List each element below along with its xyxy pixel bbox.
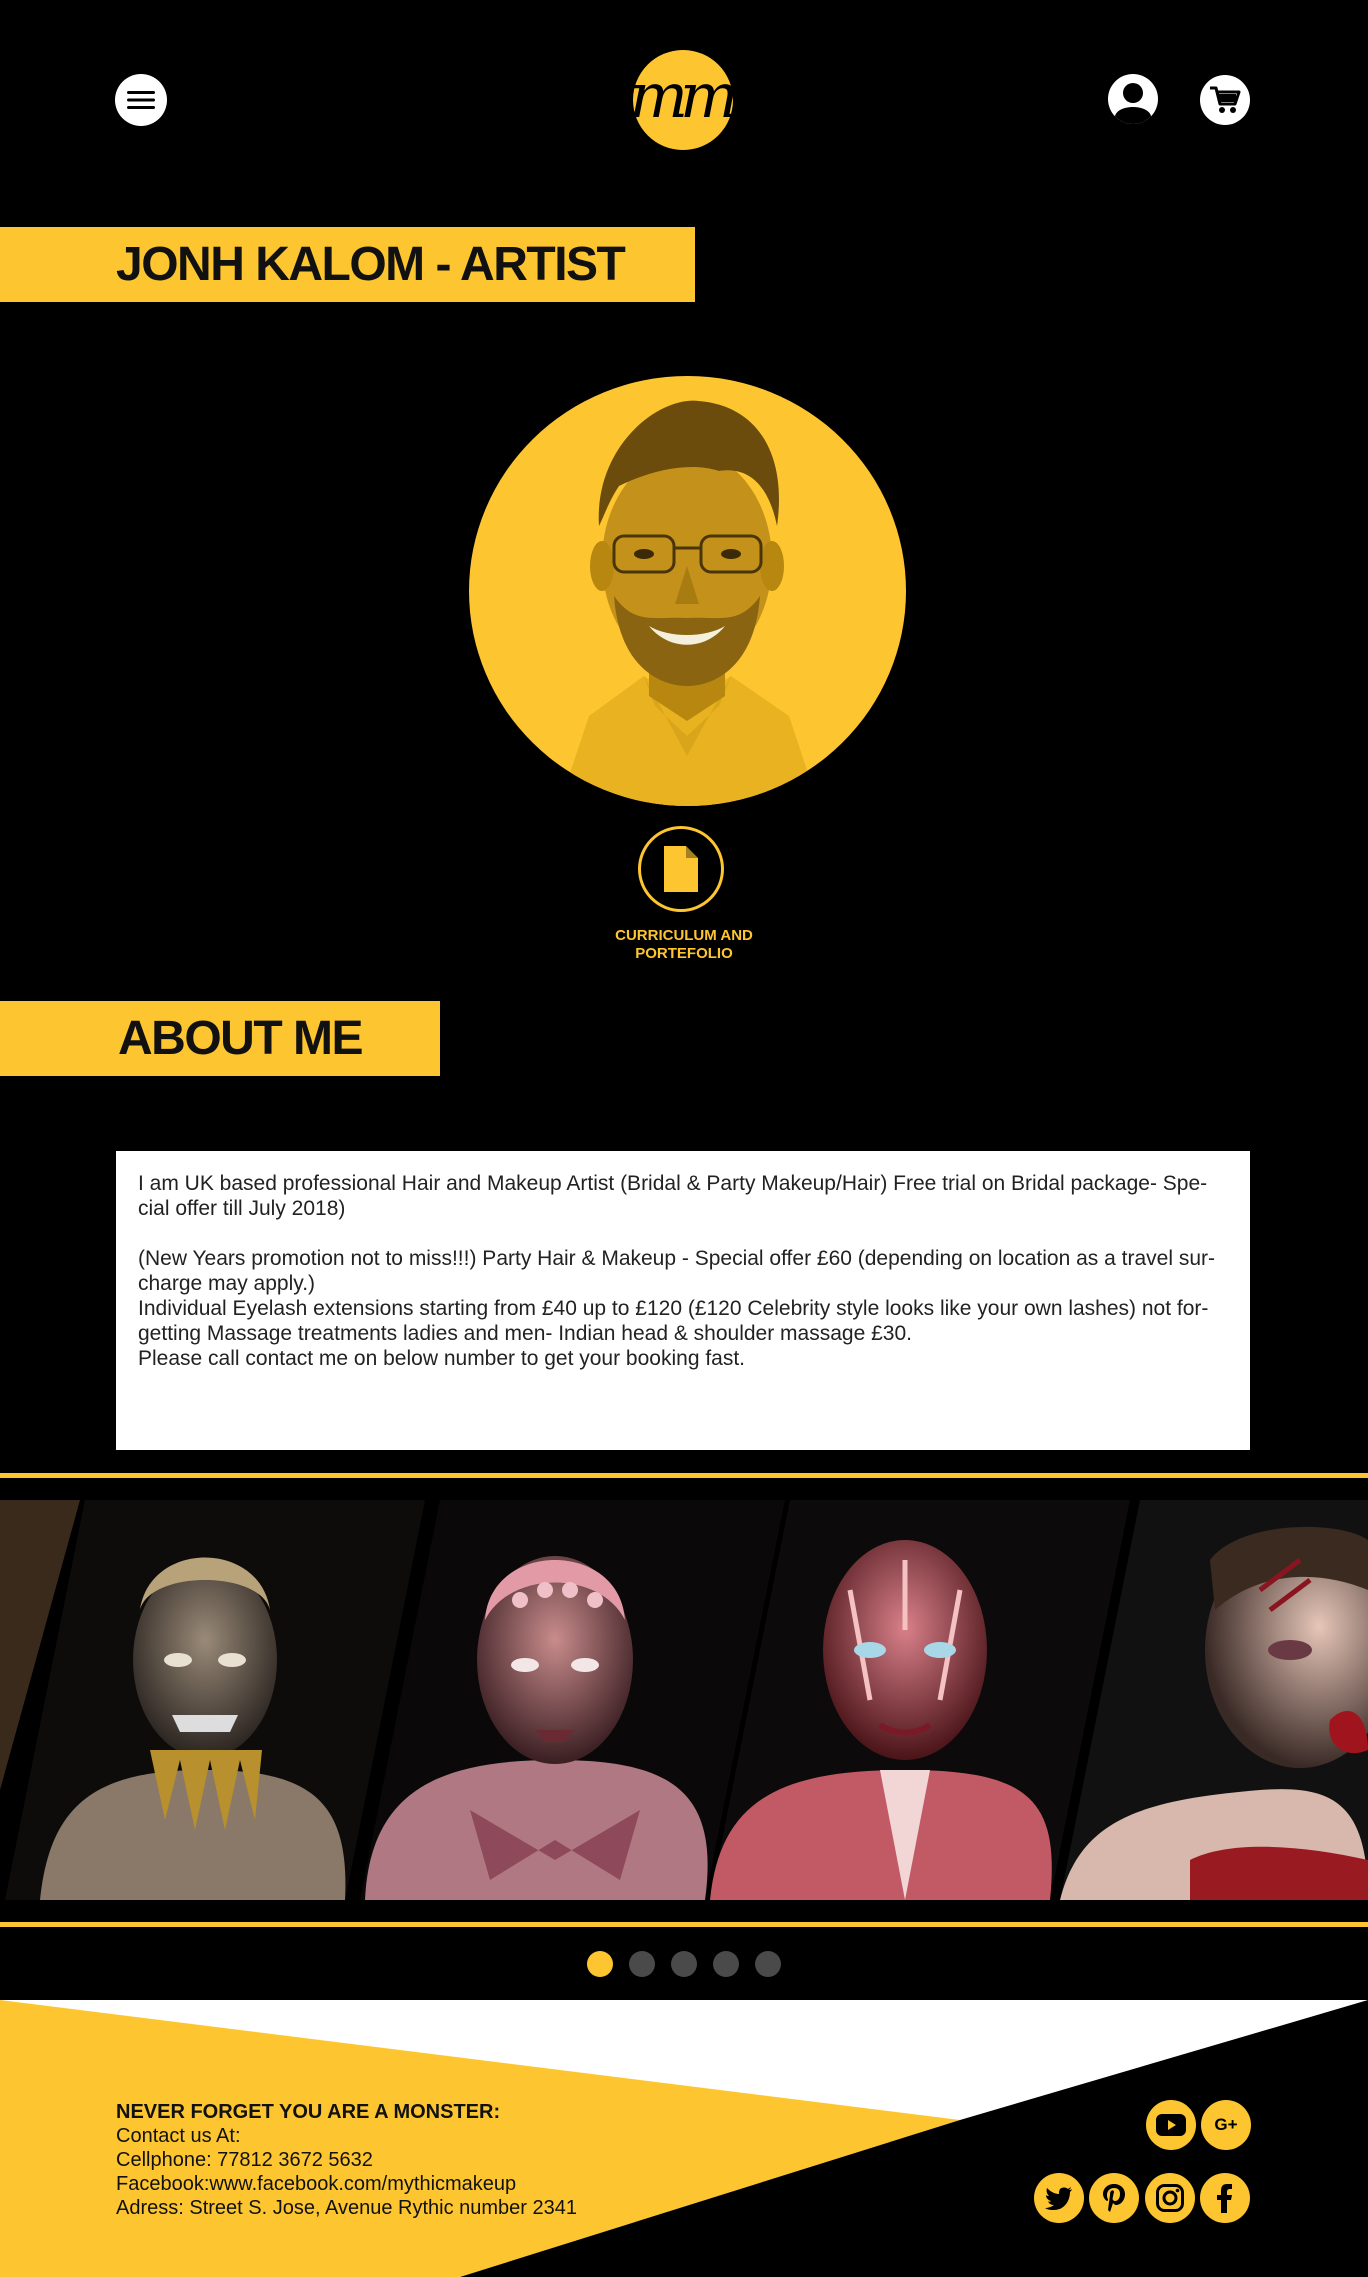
gallery-top-border xyxy=(0,1473,1368,1478)
instagram-button[interactable] xyxy=(1145,2173,1195,2223)
gallery-bottom-border xyxy=(0,1922,1368,1927)
portrait-illustration xyxy=(559,400,819,806)
gallery-slides xyxy=(0,1500,1368,1900)
youtube-icon xyxy=(1156,2114,1186,2136)
artist-title-banner: JONH KALOM - ARTIST xyxy=(0,227,695,302)
pinterest-icon xyxy=(1103,2184,1125,2212)
about-title: ABOUT ME xyxy=(118,1012,363,1065)
carousel-dot-3[interactable] xyxy=(671,1951,697,1977)
lizard-scales-makeup xyxy=(360,1500,785,1900)
user-account-icon xyxy=(1110,76,1156,124)
artist-title: JONH KALOM - ARTIST xyxy=(116,238,626,291)
footer-facebook-link[interactable]: Facebook:www.facebook.com/mythicmakeup xyxy=(116,2172,816,2196)
footer: NEVER FORGET YOU ARE A MONSTER: Contact … xyxy=(0,2000,1368,2277)
cv-portfolio-label[interactable]: CURRICULUM AND PORTEFOLIO xyxy=(560,927,808,963)
instagram-icon xyxy=(1156,2184,1184,2212)
footer-cellphone: Cellphone: 77812 3672 5632 xyxy=(116,2149,373,2171)
twitter-icon xyxy=(1045,2187,1072,2210)
about-text-panel: I am UK based professional Hair and Make… xyxy=(116,1151,1250,1450)
menu-button[interactable] xyxy=(115,74,167,126)
facebook-icon xyxy=(1217,2184,1232,2213)
document-icon xyxy=(664,846,698,892)
footer-contact: NEVER FORGET YOU ARE A MONSTER: Contact … xyxy=(116,2100,816,2220)
twitter-button[interactable] xyxy=(1034,2173,1084,2223)
carousel-dot-5[interactable] xyxy=(755,1951,781,1977)
shopping-cart-icon xyxy=(1210,86,1241,113)
about-line: getting Massage treatments ladies and me… xyxy=(138,1322,912,1345)
google-plus-button[interactable]: G+ xyxy=(1201,2100,1251,2150)
cv-portfolio-button[interactable] xyxy=(638,826,724,912)
cv-label-line1: CURRICULUM AND xyxy=(615,927,753,944)
cart-button[interactable] xyxy=(1200,75,1250,125)
about-line: (New Years promotion not to miss!!!) Par… xyxy=(138,1247,1215,1270)
carousel-dots xyxy=(587,1951,783,1977)
footer-contact-heading: Contact us At: xyxy=(116,2125,241,2147)
carousel-dot-1[interactable] xyxy=(587,1951,613,1977)
site-logo[interactable]: mm xyxy=(629,50,739,150)
google-plus-icon: G+ xyxy=(1214,2115,1238,2134)
footer-tagline: NEVER FORGET YOU ARE A MONSTER: xyxy=(116,2101,501,2123)
about-line: cial offer till July 2018) xyxy=(138,1197,346,1220)
logo-text: mm xyxy=(629,58,739,132)
about-line: charge may apply.) xyxy=(138,1272,316,1295)
carousel-dot-2[interactable] xyxy=(629,1951,655,1977)
artist-portrait xyxy=(469,376,906,806)
youtube-button[interactable] xyxy=(1146,2100,1196,2150)
cv-label-line2: PORTEFOLIO xyxy=(635,945,733,962)
about-line: I am UK based professional Hair and Make… xyxy=(138,1172,1208,1195)
creature-makeup-gold-horns xyxy=(5,1500,425,1900)
about-title-banner: ABOUT ME xyxy=(0,1001,440,1076)
footer-address: Adress: Street S. Jose, Avenue Rythic nu… xyxy=(116,2197,577,2219)
facebook-button[interactable] xyxy=(1200,2173,1250,2223)
account-button[interactable] xyxy=(1108,74,1158,124)
pinterest-button[interactable] xyxy=(1089,2173,1139,2223)
gallery-carousel[interactable] xyxy=(0,1500,1368,1906)
carousel-dot-4[interactable] xyxy=(713,1951,739,1977)
about-line: Individual Eyelash extensions starting f… xyxy=(138,1297,1209,1320)
about-line: Please call contact me on below number t… xyxy=(138,1347,746,1370)
hamburger-menu-icon xyxy=(127,91,155,109)
